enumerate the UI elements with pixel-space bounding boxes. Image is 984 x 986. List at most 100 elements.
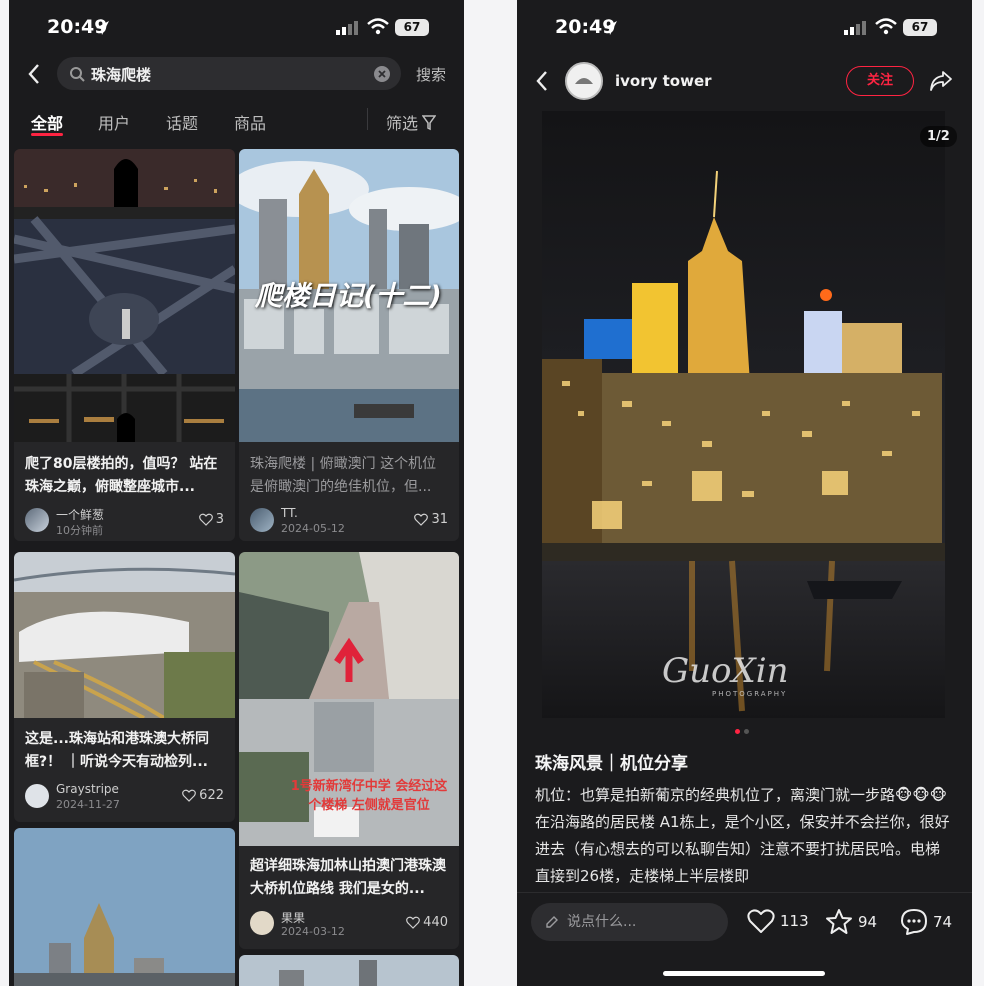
like-total: 113 (780, 912, 809, 930)
avatar (250, 911, 274, 935)
location-arrow-icon (604, 21, 617, 35)
comment-total: 74 (933, 913, 953, 931)
wifi-icon (367, 18, 389, 35)
card-title: 珠海爬楼 | 俯瞰澳门 这个机位是俯瞰澳门的绝佳机位，但... (250, 456, 437, 495)
filter-icon (422, 114, 437, 130)
card-image (14, 552, 235, 718)
like-count[interactable]: 440 (406, 915, 448, 930)
image-caption: 爬楼日记(十二) (255, 281, 442, 312)
filter-label: 筛选 (386, 114, 419, 133)
image-pager: 1/2 (920, 126, 957, 147)
card-image (14, 149, 235, 442)
post-date: 2024-03-12 (281, 925, 345, 938)
share-button[interactable] (928, 68, 954, 94)
post-detail-screen: 20:49 67 ivory tower 关注 GuoXin PHOTOGRAP… (517, 0, 972, 986)
like-count[interactable]: 3 (198, 512, 224, 527)
collect-button[interactable]: 94 (825, 908, 877, 935)
note-card[interactable]: 这是...珠海站和港珠澳大桥同框?！ ｜听说今天有动检列... Graystri… (14, 552, 235, 822)
status-bar: 20:49 67 (517, 12, 972, 42)
search-results-screen: 20:49 67 珠海爬楼 搜索 全部 用户 话题 商品 筛选 爬了80层楼拍的… (9, 0, 464, 986)
author-name: TT. (281, 506, 298, 520)
signal-icon (844, 21, 866, 35)
comment-button[interactable]: 74 (900, 908, 952, 936)
post-date: 2024-05-12 (281, 522, 345, 535)
card-title: 这是...珠海站和港珠澳大桥同框?！ ｜听说今天有动检列... (25, 731, 209, 770)
carousel-dots (735, 729, 749, 734)
like-value: 31 (431, 512, 448, 527)
note-card[interactable]: 1号新新湾仔中学 会经过这个楼梯 左侧就是官位 超详细珠海加林山拍澳门港珠澳大桥… (239, 552, 459, 949)
collect-total: 94 (858, 912, 878, 931)
active-tab-indicator (31, 133, 63, 136)
night-cityscape-photo (542, 111, 945, 718)
like-value: 440 (423, 915, 448, 930)
heart-icon (182, 789, 197, 802)
battery-level: 67 (903, 19, 937, 36)
tab-all[interactable]: 全部 (31, 110, 63, 134)
wifi-icon (875, 18, 897, 35)
star-icon (826, 909, 852, 934)
author-name: 一个鲜葱 (56, 508, 105, 522)
post-date: 2024-11-27 (56, 798, 120, 811)
battery-level: 67 (395, 19, 429, 36)
search-submit-button[interactable]: 搜索 (416, 64, 446, 85)
post-title: 珠海风景｜机位分享 (535, 754, 688, 774)
back-button[interactable] (531, 68, 553, 94)
author-name[interactable]: ivory tower (615, 72, 712, 90)
note-card[interactable] (239, 955, 459, 986)
note-card[interactable]: 爬了80层楼拍的，值吗？ 站在珠海之巅，俯瞰整座城市... 一个鲜葱 10分钟前… (14, 149, 235, 541)
divider (367, 108, 368, 130)
tab-products[interactable]: 商品 (234, 110, 266, 134)
card-image (239, 955, 459, 986)
avatar (25, 784, 49, 808)
dot (744, 729, 749, 734)
filter-button[interactable]: 筛选 (386, 110, 437, 134)
author-name: 果果 (281, 911, 306, 925)
heart-icon (747, 909, 775, 933)
tab-topics[interactable]: 话题 (166, 110, 198, 134)
signal-icon (336, 21, 358, 35)
heart-icon (406, 916, 421, 929)
search-input[interactable]: 珠海爬楼 (57, 57, 401, 90)
heart-icon (198, 513, 213, 526)
follow-button[interactable]: 关注 (846, 66, 914, 96)
watermark-subtitle: PHOTOGRAPHY (712, 690, 788, 698)
comment-bubble-icon (901, 909, 927, 935)
post-date: 10分钟前 (56, 524, 103, 537)
like-value: 3 (215, 512, 224, 527)
like-count[interactable]: 622 (182, 788, 224, 803)
like-value: 622 (199, 788, 224, 803)
pencil-icon (546, 916, 558, 928)
tab-users[interactable]: 用户 (98, 110, 130, 134)
heart-icon (414, 513, 429, 526)
avatar (25, 508, 49, 532)
chevron-left-icon (28, 64, 39, 84)
like-button[interactable]: 113 (747, 908, 809, 934)
avatar-logo (567, 64, 601, 98)
note-card[interactable]: 爬楼日记(十二) 珠海爬楼 | 俯瞰澳门 这个机位是俯瞰澳门的绝佳机位，但...… (239, 149, 459, 541)
comment-placeholder: 说点什么... (567, 914, 637, 930)
share-icon (930, 71, 952, 91)
back-button[interactable] (23, 62, 45, 86)
search-icon (70, 67, 85, 82)
author-avatar[interactable] (565, 62, 603, 100)
card-image (14, 828, 235, 986)
bottom-action-bar: 说点什么... 113 94 74 (517, 892, 972, 986)
location-arrow-icon (96, 21, 109, 35)
like-count[interactable]: 31 (414, 512, 448, 527)
card-title: 爬了80层楼拍的，值吗？ 站在珠海之巅，俯瞰整座城市... (25, 456, 218, 495)
post-image[interactable]: GuoXin PHOTOGRAPHY (542, 111, 945, 718)
dot-active (735, 729, 740, 734)
image-caption: 1号新新湾仔中学 会经过这个楼梯 左侧就是官位 (290, 779, 448, 813)
status-bar: 20:49 67 (9, 12, 464, 42)
avatar (250, 508, 274, 532)
search-query: 珠海爬楼 (91, 66, 152, 84)
post-body: 机位：也算是拍新葡京的经典机位了，离澳门就一步路🐵🐵🐵在沿海路的居民楼 A1栋上… (535, 786, 950, 885)
author-name: Graystripe (56, 782, 119, 796)
clear-icon[interactable] (373, 65, 391, 83)
chevron-left-icon (536, 71, 547, 91)
comment-input[interactable]: 说点什么... (531, 903, 728, 941)
home-indicator (663, 971, 825, 976)
note-card[interactable] (14, 828, 235, 986)
watermark-signature: GuoXin (662, 651, 789, 691)
card-title: 超详细珠海加林山拍澳门港珠澳大桥机位路线 我们是女的... (250, 858, 446, 897)
